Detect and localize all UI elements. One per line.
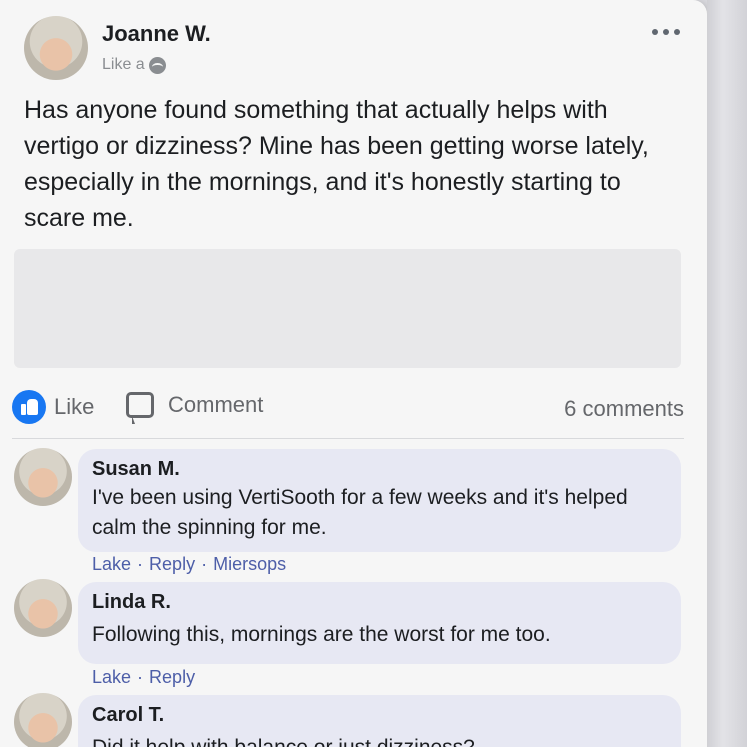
comment-reply-link[interactable]: Reply [149,554,195,575]
post-actions-bar: Like Comment 6 comments [12,390,684,426]
comment-actions: Lake · Reply [92,667,196,688]
comment-bubble-icon [126,392,154,424]
comment-label: Comment [168,392,264,417]
comment-author[interactable]: Linda R. [92,590,667,614]
divider [12,438,684,439]
background-edge [707,0,747,747]
comment-text: Did it help with balance or just dizzine… [92,733,667,747]
more-options-icon[interactable] [652,22,688,42]
comment-button[interactable]: Comment [126,392,264,424]
comment-bubble: Susan M. I've been using VertiSooth for … [78,449,681,552]
comment-like-link[interactable]: Lake [92,667,131,688]
comment-author[interactable]: Carol T. [92,703,667,727]
comment-actions: Lake · Reply · Miersops [92,554,287,575]
comment-bubble: Linda R. Following this, mornings are th… [78,582,681,664]
comment-avatar[interactable] [14,693,72,747]
like-label: Like [54,394,95,419]
comment-avatar[interactable] [14,579,72,637]
comment-text: I've been using VertiSooth for a few wee… [92,486,628,539]
avatar[interactable] [24,16,88,80]
post-text: Has anyone found something that actually… [24,96,649,232]
comment-bubble: Carol T. Did it help with balance or jus… [78,695,681,747]
privacy-globe-icon [148,56,166,74]
post-subtitle-label: Like a [102,56,145,73]
post-media-placeholder [14,249,681,368]
thumbs-up-icon [12,390,46,424]
post-subtitle: Like a [102,56,166,74]
comment-like-link[interactable]: Lake [92,554,131,575]
post-card: Joanne W. Like a Has anyone found someth… [0,0,707,747]
post-author-name[interactable]: Joanne W. [102,21,211,47]
comment-text: Following this, mornings are the worst f… [92,623,551,646]
comment-reply-link[interactable]: Reply [149,667,195,688]
like-button[interactable]: Like [12,390,94,424]
comment-avatar[interactable] [14,448,72,506]
comment-count-link[interactable]: 6 comments [564,396,684,422]
comment-author[interactable]: Susan M. [92,457,667,481]
comment-extra-link[interactable]: Miersops [213,554,286,575]
